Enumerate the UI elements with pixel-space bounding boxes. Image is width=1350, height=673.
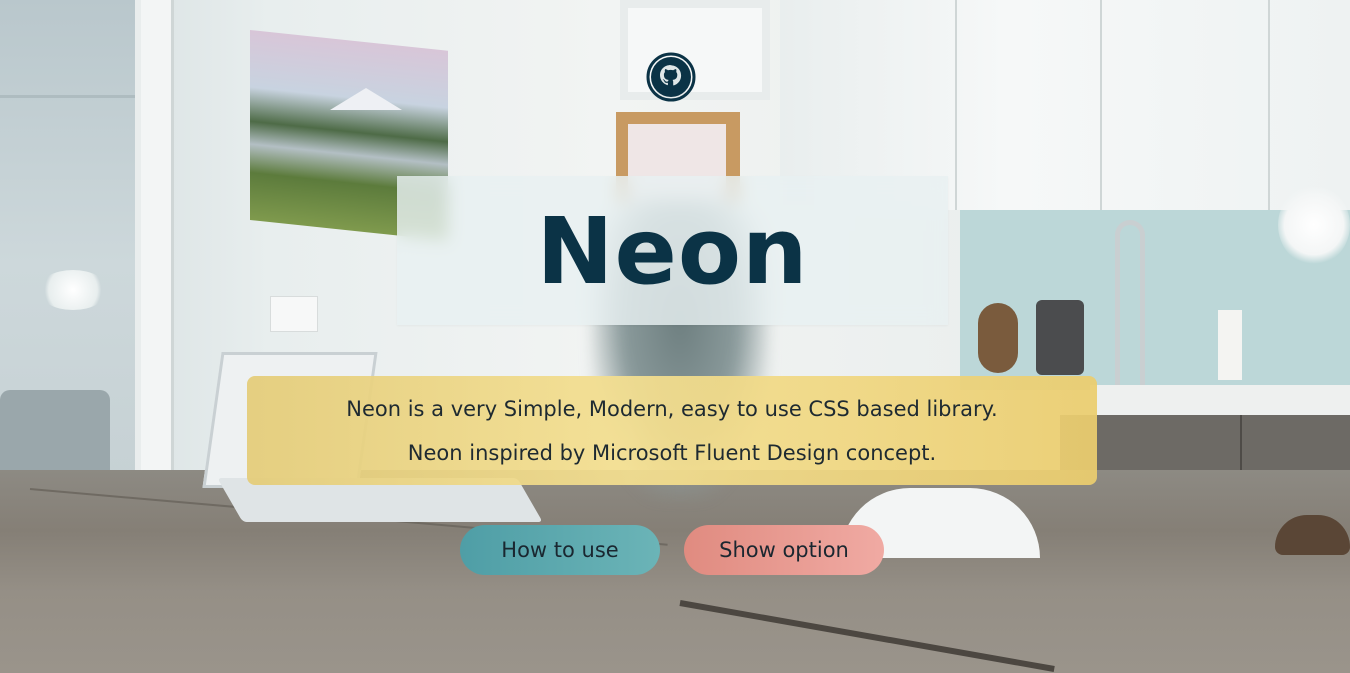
page: Neon Neon is a very Simple, Modern, easy… bbox=[0, 0, 1350, 673]
github-link[interactable] bbox=[646, 52, 696, 102]
background-table bbox=[0, 470, 1350, 673]
description-line: Neon inspired by Microsoft Fluent Design… bbox=[407, 440, 937, 465]
title-panel: Neon bbox=[397, 176, 948, 325]
show-option-button[interactable]: Show option bbox=[684, 525, 884, 575]
description-line: Neon is a very Simple, Modern, easy to u… bbox=[346, 396, 998, 421]
background-cabinet-divider bbox=[955, 0, 957, 210]
how-to-use-button[interactable]: How to use bbox=[460, 525, 660, 575]
background-door-frame bbox=[0, 95, 135, 98]
background-cabinet-divider bbox=[1268, 0, 1270, 210]
github-icon bbox=[646, 52, 696, 102]
background-cabinet-divider bbox=[1100, 0, 1102, 210]
background-plant bbox=[38, 270, 108, 310]
page-title: Neon bbox=[536, 198, 809, 305]
background-coffee-machine bbox=[1036, 300, 1084, 375]
background-armchair bbox=[0, 390, 110, 480]
background-painting-mountain bbox=[330, 88, 402, 110]
description-panel: Neon is a very Simple, Modern, easy to u… bbox=[247, 376, 1097, 485]
background-light-switch bbox=[270, 296, 318, 332]
background-cutting-board bbox=[978, 303, 1018, 373]
background-counter bbox=[1090, 385, 1350, 415]
background-paper-towel bbox=[1218, 310, 1242, 380]
background-faucet bbox=[1115, 220, 1145, 390]
background-door-frame-side bbox=[141, 0, 174, 480]
background-flower bbox=[1278, 185, 1350, 265]
